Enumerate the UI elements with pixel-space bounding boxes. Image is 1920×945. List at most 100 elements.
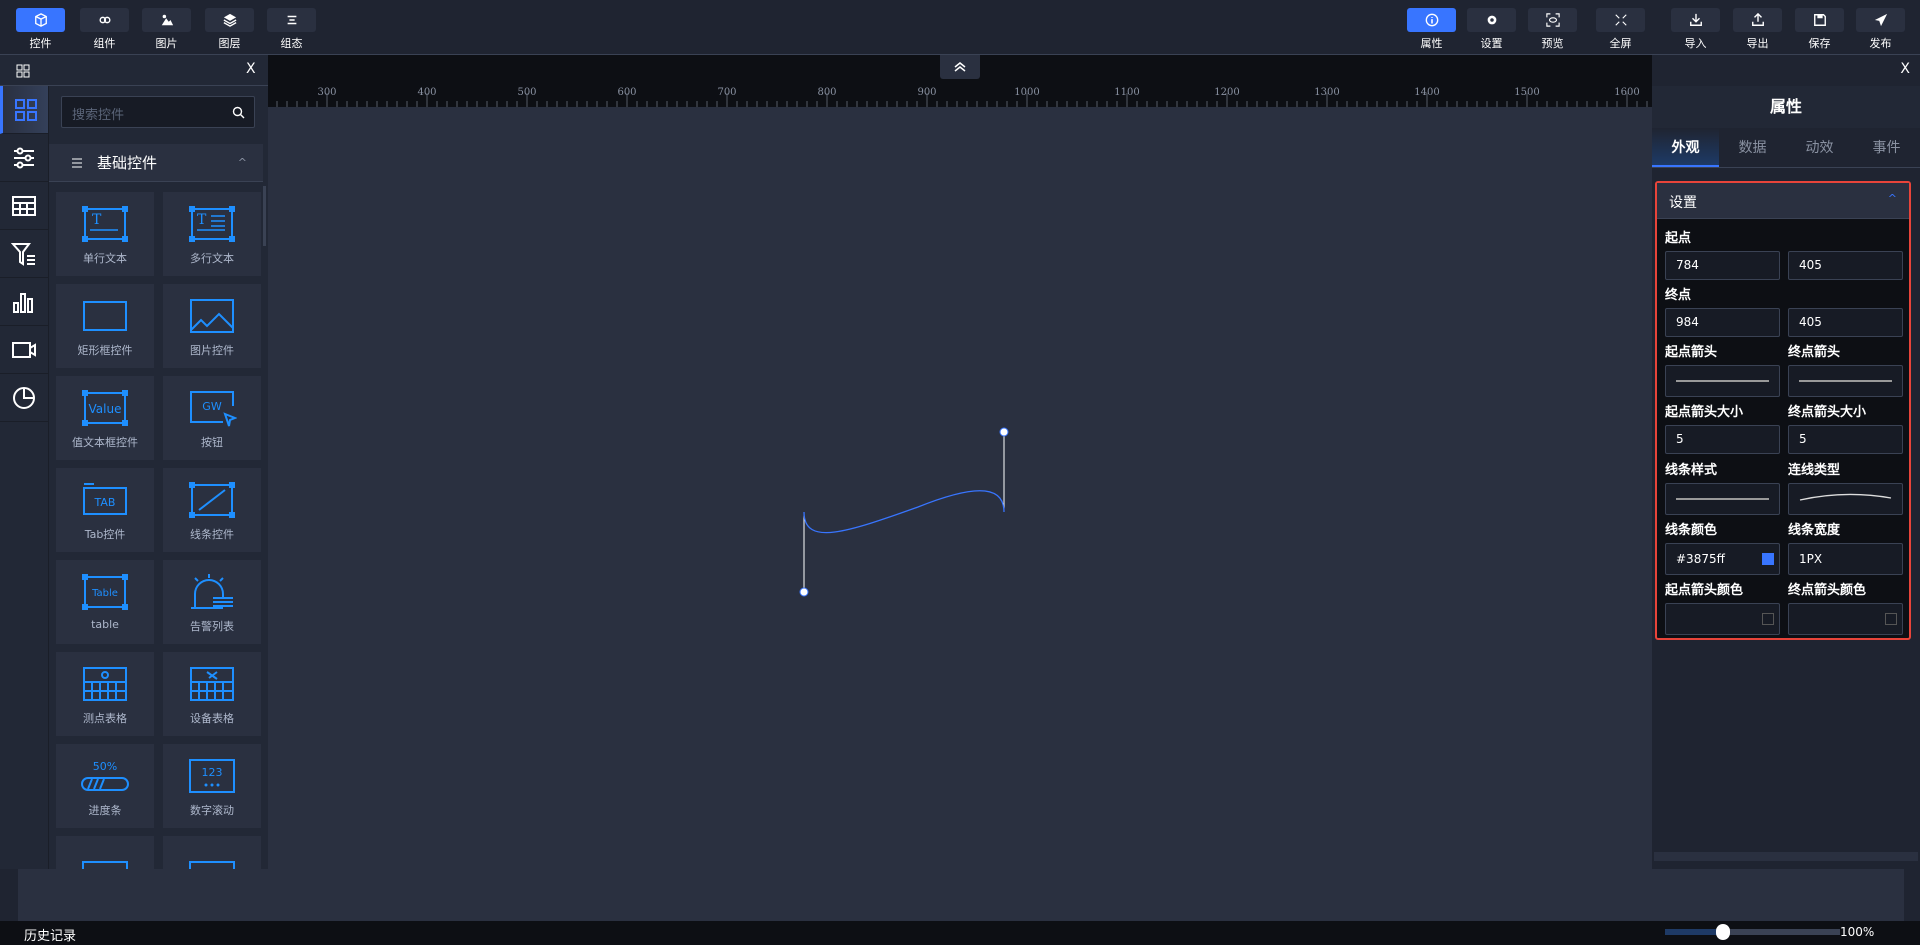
properties-tabs: 外观 数据 动效 事件 <box>1652 128 1920 168</box>
svg-text:TAB: TAB <box>94 496 116 509</box>
start-arrow-size-input[interactable]: 5 <box>1665 425 1780 454</box>
history-button[interactable]: 历史记录 <box>24 925 76 944</box>
widget-table[interactable]: Table table <box>56 560 154 644</box>
search-icon[interactable] <box>232 106 245 119</box>
grid-icon <box>16 64 30 78</box>
color-swatch[interactable] <box>1762 553 1774 565</box>
end-arrow-color-input[interactable] <box>1788 603 1903 635</box>
color-swatch[interactable] <box>1885 613 1897 625</box>
widget-rectangle[interactable]: 矩形框控件 <box>56 284 154 368</box>
widget-label: 矩形框控件 <box>77 344 133 357</box>
end-x-input[interactable]: 984 <box>1665 308 1780 337</box>
toolbar-save-button[interactable]: 保存 <box>1795 8 1844 51</box>
curve-preview <box>1799 493 1892 501</box>
widget-line[interactable]: 线条控件 <box>163 468 261 552</box>
widget-single-line-text[interactable]: T 单行文本 <box>56 192 154 276</box>
start-x-input[interactable]: 784 <box>1665 251 1780 280</box>
right-panel-close-button[interactable]: X <box>1900 61 1910 77</box>
send-icon <box>1856 8 1905 32</box>
toolbar-images-button[interactable]: 图片 <box>142 8 191 51</box>
gear-icon <box>1467 8 1516 32</box>
toolbar-layers-button[interactable]: 图层 <box>205 8 254 51</box>
toolbar-components-button[interactable]: 组件 <box>80 8 129 51</box>
pie-chart-icon <box>13 386 35 409</box>
start-control-point[interactable] <box>799 587 809 597</box>
tab-appearance[interactable]: 外观 <box>1652 128 1719 167</box>
number-scroll-icon: 123 <box>189 759 235 793</box>
category-table[interactable] <box>0 182 48 230</box>
start-arrow-select[interactable] <box>1665 365 1780 397</box>
widget-number-display[interactable]: 123 <box>163 836 261 869</box>
ruler-label: 500 <box>517 87 537 98</box>
widget-point-table[interactable]: 测点表格 <box>56 652 154 736</box>
widget-clock[interactable]: 08:00 <box>56 836 154 869</box>
design-canvas[interactable] <box>268 107 1652 869</box>
widget-value-textbox[interactable]: Value 值文本框控件 <box>56 376 154 460</box>
widget-device-table[interactable]: 设备表格 <box>163 652 261 736</box>
toolbar-import-button[interactable]: 导入 <box>1671 8 1720 51</box>
bezier-curve[interactable] <box>803 490 1005 534</box>
toolbar-preview-button[interactable]: 预览 <box>1528 8 1577 51</box>
line-style-select[interactable] <box>1665 483 1780 515</box>
ruler-label: 400 <box>417 87 437 98</box>
widget-search-input[interactable]: 搜索控件 <box>61 96 255 128</box>
line-width-input[interactable]: 1PX <box>1788 543 1903 575</box>
end-arrow-size-input[interactable]: 5 <box>1788 425 1903 454</box>
toolbar-config-button[interactable]: 组态 <box>267 8 316 51</box>
tab-animation[interactable]: 动效 <box>1786 128 1853 167</box>
end-control-point[interactable] <box>999 427 1009 437</box>
category-pie[interactable] <box>0 374 48 422</box>
toolbar-properties-button[interactable]: 属性 <box>1407 8 1456 51</box>
tab-events[interactable]: 事件 <box>1853 128 1920 167</box>
connect-type-select[interactable] <box>1788 483 1903 515</box>
cube-icon <box>16 8 65 32</box>
start-arrow-size-label: 起点箭头大小 <box>1665 405 1744 420</box>
category-basic[interactable] <box>0 86 48 134</box>
start-y-input[interactable]: 405 <box>1788 251 1903 280</box>
widget-alarm-list[interactable]: 告警列表 <box>163 560 261 644</box>
left-panel-close-button[interactable]: X <box>246 61 256 77</box>
toolbar-export-button[interactable]: 导出 <box>1733 8 1782 51</box>
widget-progress-bar[interactable]: 50% 进度条 <box>56 744 154 828</box>
start-arrow-color-input[interactable] <box>1665 603 1780 635</box>
settings-header[interactable]: 设置 ^ <box>1657 183 1909 219</box>
line-preview <box>1799 380 1892 382</box>
category-video[interactable] <box>0 326 48 374</box>
end-y-input[interactable]: 405 <box>1788 308 1903 337</box>
link-icon <box>80 8 129 32</box>
widget-panel-scrollbar[interactable] <box>263 186 266 246</box>
button-icon: GW <box>190 391 237 427</box>
line-width-label: 线条宽度 <box>1788 523 1841 538</box>
category-sliders[interactable] <box>0 134 48 182</box>
line-color-input[interactable]: #3875ff <box>1665 543 1780 575</box>
toolbar-controls-button[interactable]: 控件 <box>16 8 65 51</box>
basic-widgets-section-header[interactable]: 基础控件 ^ <box>49 144 263 182</box>
widget-number-scroll[interactable]: 123 数字滚动 <box>163 744 261 828</box>
widget-multi-line-text[interactable]: T 多行文本 <box>163 192 261 276</box>
category-filter[interactable] <box>0 230 48 278</box>
toolbar-publish-button[interactable]: 发布 <box>1856 8 1905 51</box>
toolbar-settings-button[interactable]: 设置 <box>1467 8 1516 51</box>
widget-tab[interactable]: TAB Tab控件 <box>56 468 154 552</box>
color-swatch[interactable] <box>1762 613 1774 625</box>
horizontal-scrollbar[interactable] <box>22 899 1870 915</box>
ruler-label: 900 <box>917 87 937 98</box>
chevron-up-icon[interactable]: ^ <box>238 156 247 169</box>
category-chart[interactable] <box>0 278 48 326</box>
widget-label: 线条控件 <box>190 528 234 541</box>
widget-button[interactable]: GW 按钮 <box>163 376 261 460</box>
zoom-slider-fill <box>1665 929 1723 935</box>
line-element[interactable] <box>268 107 1652 869</box>
zoom-slider[interactable] <box>1665 924 1840 940</box>
end-arrow-select[interactable] <box>1788 365 1903 397</box>
collapse-toolbar-button[interactable] <box>940 55 980 79</box>
zoom-slider-thumb[interactable] <box>1715 924 1730 940</box>
ruler-label: 300 <box>317 87 337 98</box>
toolbar-fullscreen-button[interactable]: 全屏 <box>1596 8 1645 51</box>
widget-image[interactable]: 图片控件 <box>163 284 261 368</box>
properties-scrollbar[interactable] <box>1654 852 1918 861</box>
widget-label: table <box>91 618 119 631</box>
tab-data[interactable]: 数据 <box>1719 128 1786 167</box>
ruler-label: 1100 <box>1114 87 1140 98</box>
chevron-up-icon[interactable]: ^ <box>1888 192 1897 209</box>
